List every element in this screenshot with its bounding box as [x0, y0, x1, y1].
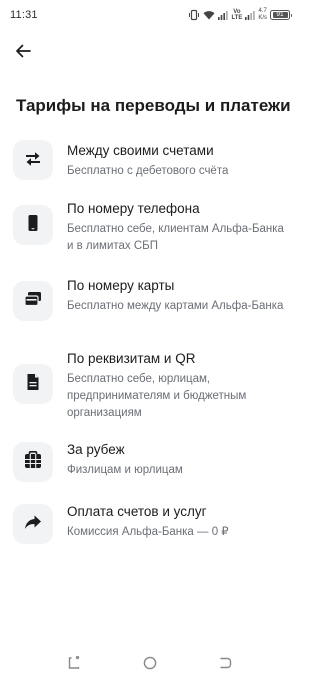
share-arrow-icon — [24, 514, 42, 535]
list-item[interactable]: Оплата счетов и услуг Комиссия Альфа-Бан… — [0, 497, 300, 557]
home-button[interactable] — [139, 654, 161, 676]
globe-icon — [24, 450, 42, 474]
page-title: Тарифы на переводы и платежи — [16, 96, 291, 115]
tariff-list: Между своими счетами Бесплатно с дебетов… — [0, 135, 300, 557]
item-icon-box — [13, 205, 53, 245]
back-nav-icon — [218, 656, 232, 675]
phone-icon — [26, 214, 40, 237]
item-icon-box — [13, 364, 53, 404]
item-subtitle: Физлицам и юрлицам — [67, 464, 183, 476]
list-item[interactable]: За рубеж Физлицам и юрлицам — [0, 435, 300, 497]
system-nav-bar — [0, 646, 300, 684]
item-title: Между своими счетами — [67, 143, 214, 158]
item-icon-box — [13, 281, 53, 321]
item-icon-box — [13, 442, 53, 482]
item-title: По номеру карты — [67, 278, 175, 293]
status-bar: 11:31 Vo LTE 4.7 K/s 91 — [0, 0, 300, 30]
battery-level: 91 — [272, 11, 288, 18]
card-icon — [24, 291, 42, 312]
transfer-arrows-icon — [24, 149, 42, 172]
recent-apps-icon — [67, 655, 81, 675]
status-icons: Vo LTE 4.7 K/s 91 — [188, 6, 292, 24]
arrow-left-icon — [15, 44, 31, 63]
item-subtitle: Бесплатно себе, юрлицам, предпринимателя… — [67, 373, 247, 419]
document-icon — [26, 373, 40, 396]
item-icon-box — [13, 504, 53, 544]
home-circle-icon — [143, 656, 157, 675]
item-subtitle: Бесплатно себе, клиентам Альфа-Банка и в… — [67, 223, 284, 252]
recent-apps-button[interactable] — [63, 654, 85, 676]
item-title: За рубеж — [67, 442, 125, 457]
signal-icon — [218, 10, 229, 20]
item-title: Оплата счетов и услуг — [67, 504, 207, 519]
network-type: Vo LTE — [231, 9, 243, 21]
item-title: По номеру телефона — [67, 201, 200, 216]
item-title: По реквизитам и QR — [67, 351, 196, 366]
vibrate-icon — [188, 9, 200, 21]
back-button[interactable] — [10, 40, 36, 66]
network-speed: 4.7 K/s — [258, 8, 267, 21]
signal-icon-2 — [245, 10, 256, 20]
item-subtitle: Бесплатно между картами Альфа-Банка — [67, 300, 284, 312]
list-item[interactable]: По номеру телефона Бесплатно себе, клиен… — [0, 192, 300, 269]
back-nav-button[interactable] — [214, 654, 236, 676]
battery-icon: 91 — [270, 10, 292, 20]
list-item[interactable]: По реквизитам и QR Бесплатно себе, юрлиц… — [0, 342, 300, 435]
list-item[interactable]: Между своими счетами Бесплатно с дебетов… — [0, 135, 300, 192]
list-item[interactable]: По номеру карты Бесплатно между картами … — [0, 269, 300, 342]
item-icon-box — [13, 140, 53, 180]
item-subtitle: Комиссия Альфа-Банка — 0 ₽ — [67, 526, 229, 538]
item-subtitle: Бесплатно с дебетового счёта — [67, 165, 229, 177]
status-time: 11:31 — [10, 9, 38, 21]
wifi-icon — [203, 10, 215, 20]
